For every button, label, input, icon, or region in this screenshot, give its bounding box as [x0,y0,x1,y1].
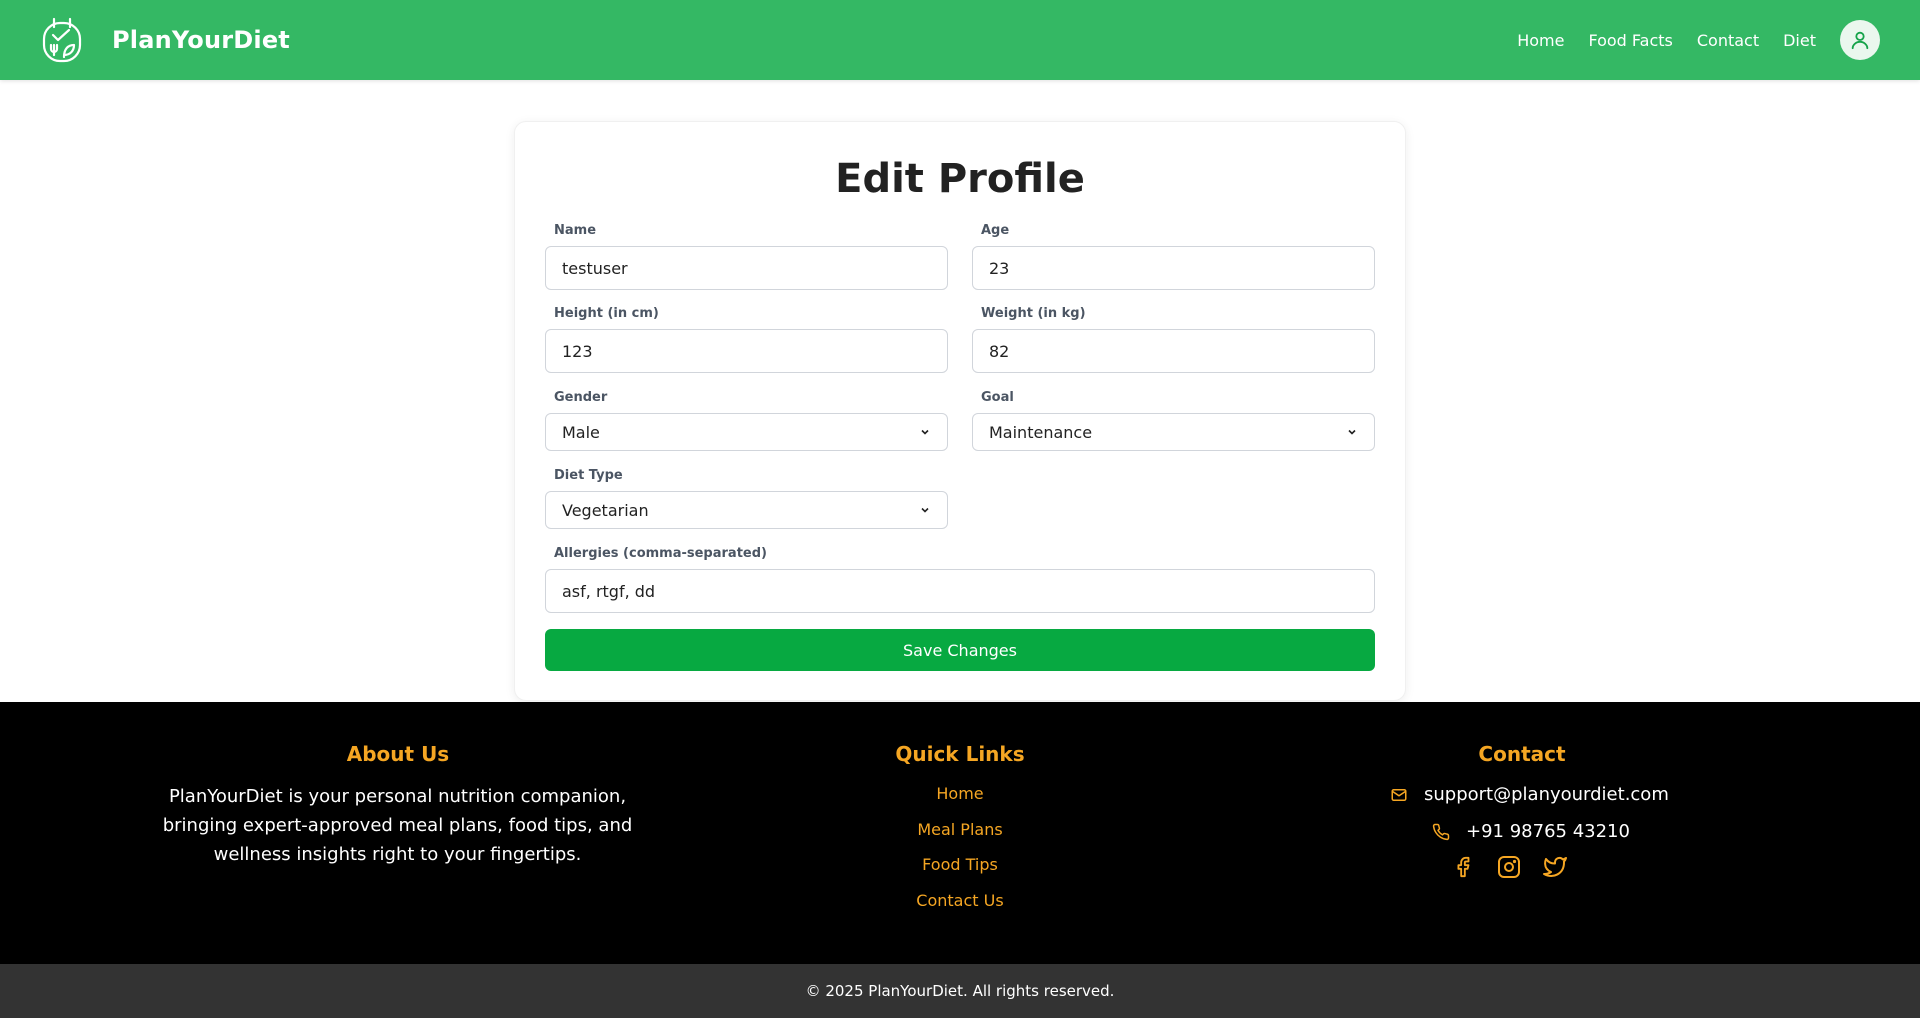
chevron-down-icon [1348,429,1356,435]
quick-links-heading: Quick Links [895,742,1025,766]
save-changes-button[interactable]: Save Changes [545,629,1375,671]
user-icon [1851,31,1869,50]
facebook-icon[interactable] [1450,854,1476,880]
height-input[interactable] [545,329,948,373]
main-nav: Home Food Facts Contact Diet [1517,20,1880,60]
instagram-icon[interactable] [1496,854,1522,880]
goal-label: Goal [981,390,1014,405]
quick-link-contact-us[interactable]: Contact Us [860,891,1060,910]
gender-label: Gender [554,390,608,405]
about-us-heading: About Us [346,742,450,766]
height-label: Height (in cm) [554,306,659,321]
chevron-down-icon [921,507,929,513]
brand-name[interactable]: PlanYourDiet [112,26,290,54]
copyright-text: © 2025 PlanYourDiet. All rights reserved… [805,982,1115,1000]
diet-type-selected-value: Vegetarian [562,500,649,520]
about-us-text: PlanYourDiet is your personal nutrition … [162,786,633,865]
mail-icon [1390,786,1408,804]
contact-phone[interactable]: +91 98765 43210 [1466,821,1630,842]
top-navbar: PlanYourDiet Home Food Facts Contact Die… [0,0,1920,80]
gender-select[interactable]: Male [545,413,948,451]
quick-link-food-tips[interactable]: Food Tips [860,855,1060,874]
quick-link-home[interactable]: Home [860,784,1060,803]
edit-profile-card: Edit Profile Name Age Height (in cm) Wei… [514,121,1406,701]
nav-diet-link[interactable]: Diet [1783,31,1816,50]
chevron-down-icon [921,429,929,435]
contact-email-row[interactable]: support@planyourdiet.com [1390,784,1669,805]
quick-link-meal-plans[interactable]: Meal Plans [860,820,1060,839]
contact-email[interactable]: support@planyourdiet.com [1424,784,1669,805]
nav-contact-link[interactable]: Contact [1697,31,1759,50]
allergies-input[interactable] [545,569,1375,613]
social-links [1450,854,1588,880]
phone-icon [1432,823,1450,841]
name-label: Name [554,223,597,238]
contact-heading: Contact [1478,742,1566,766]
logo-icon[interactable] [40,15,84,65]
nav-home-link[interactable]: Home [1517,31,1564,50]
name-input[interactable] [545,246,948,290]
weight-input[interactable] [972,329,1375,373]
diet-type-label: Diet Type [554,468,623,483]
contact-phone-row[interactable]: +91 98765 43210 [1432,821,1630,842]
user-avatar-button[interactable] [1840,20,1880,60]
goal-select[interactable]: Maintenance [972,413,1375,451]
age-label: Age [981,223,1010,238]
allergies-label: Allergies (comma-separated) [554,546,767,561]
gender-selected-value: Male [562,422,600,442]
twitter-icon[interactable] [1542,854,1568,880]
age-input[interactable] [972,246,1375,290]
weight-label: Weight (in kg) [981,306,1086,321]
goal-selected-value: Maintenance [989,422,1093,442]
copyright-bar: © 2025 PlanYourDiet. All rights reserved… [0,964,1920,1018]
page-title: Edit Profile [835,156,1085,202]
nav-food-facts-link[interactable]: Food Facts [1588,31,1672,50]
diet-type-select[interactable]: Vegetarian [545,491,948,529]
